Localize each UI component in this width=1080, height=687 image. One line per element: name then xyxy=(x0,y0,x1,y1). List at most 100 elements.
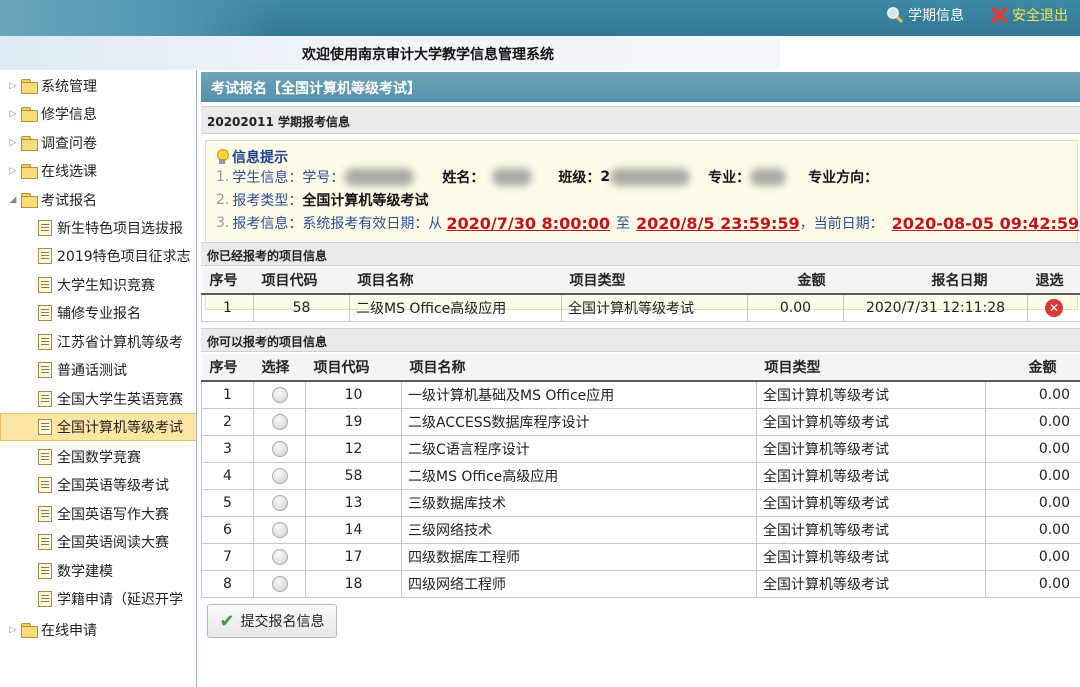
sidebar-item-knowledge-contest[interactable]: 大学生知识竞赛 xyxy=(38,271,155,299)
info-title: 信息提示 xyxy=(216,147,288,167)
cell-no: 4 xyxy=(201,461,254,490)
expand-arrow-icon[interactable]: ▷ xyxy=(6,109,20,119)
cell-type: 全国计算机等级考试 xyxy=(561,293,748,322)
page-icon xyxy=(38,362,52,378)
info-title-text: 信息提示 xyxy=(232,150,288,166)
term-header: 20202011 学期报考信息 xyxy=(201,106,1080,134)
cell-amount: 0.00 xyxy=(985,488,1080,517)
cell-select xyxy=(253,515,306,544)
cell-amount: 0.00 xyxy=(985,461,1080,490)
sidebar-item-label: 2019特色项目征求志 xyxy=(57,249,191,265)
cell-withdraw: ✕ xyxy=(1027,293,1080,322)
sidebar-item-exam-registration[interactable]: ◢ 考试报名 xyxy=(6,186,97,214)
submit-registration-button[interactable]: ✔ 提交报名信息 xyxy=(207,604,337,638)
sidebar-item-label: 考试报名 xyxy=(41,193,97,209)
line-number: 1. xyxy=(216,169,230,185)
cell-date: 2020/7/31 12:11:28 xyxy=(843,293,1028,322)
sidebar-item-ncre[interactable]: 全国计算机等级考试 xyxy=(0,413,196,441)
cell-amount: 0.00 xyxy=(985,542,1080,571)
cell-name: 四级数据库工程师 xyxy=(401,542,757,571)
sidebar-item-online-application[interactable]: ▷ 在线申请 xyxy=(6,616,97,644)
select-radio[interactable] xyxy=(271,575,288,592)
sidebar-item-jiangsu-computer[interactable]: 江苏省计算机等级考 xyxy=(38,328,183,356)
sidebar-item-math-contest[interactable]: 全国数学竞赛 xyxy=(38,443,141,471)
cell-amount: 0.00 xyxy=(985,569,1080,598)
end-date: 2020/8/5 23:59:59 xyxy=(636,213,800,233)
sidebar-item-label: 修学信息 xyxy=(41,107,97,123)
panel-title: 考试报名【全国计算机等级考试】 xyxy=(201,72,1080,102)
sidebar-item-course-selection[interactable]: ▷ 在线选课 xyxy=(6,157,97,185)
term-info-link[interactable]: 学期信息 xyxy=(886,4,964,26)
column-header: 退选 xyxy=(1027,267,1080,295)
page-icon xyxy=(38,534,52,550)
info-line-type: 2. 报考类型： 全国计算机等级考试 xyxy=(216,190,428,210)
cell-code: 13 xyxy=(305,488,402,517)
info-line-dates: 3. 报考信息： 系统报考有效日期：从 2020/7/30 8:00:00 至 … xyxy=(216,213,1079,233)
select-radio[interactable] xyxy=(271,413,288,430)
cell-no: 2 xyxy=(201,407,254,436)
select-radio[interactable] xyxy=(271,494,288,511)
sidebar-item-2019-program[interactable]: 2019特色项目征求志 xyxy=(38,242,191,270)
sidebar-item-english-reading[interactable]: 全国英语阅读大赛 xyxy=(38,528,169,556)
page-icon xyxy=(38,591,52,607)
select-radio[interactable] xyxy=(271,386,288,403)
sidebar-item-system[interactable]: ▷ 系统管理 xyxy=(6,72,97,100)
withdraw-icon[interactable]: ✕ xyxy=(1045,298,1063,317)
cell-type: 全国计算机等级考试 xyxy=(756,380,986,409)
expand-arrow-icon[interactable]: ▷ xyxy=(6,81,20,91)
page-icon xyxy=(38,449,52,465)
cell-no: 7 xyxy=(201,542,254,571)
column-header: 序号 xyxy=(201,267,254,295)
cell-code: 58 xyxy=(253,293,350,322)
select-radio[interactable] xyxy=(271,467,288,484)
welcome-text: 欢迎使用南京审计大学教学信息管理系统 xyxy=(302,47,554,63)
sidebar-item-english-level[interactable]: 全国英语等级考试 xyxy=(38,471,169,499)
line-number: 2. xyxy=(216,192,230,208)
expand-arrow-icon[interactable]: ▷ xyxy=(6,625,20,635)
sidebar-item-freshman-program[interactable]: 新生特色项目选拔报 xyxy=(38,214,183,242)
sidebar-item-study[interactable]: ▷ 修学信息 xyxy=(6,100,97,128)
cell-select xyxy=(253,380,306,409)
sidebar-item-english-writing[interactable]: 全国英语写作大赛 xyxy=(38,500,169,528)
redacted-student-id xyxy=(344,168,415,186)
logout-label: 安全退出 xyxy=(1012,8,1068,24)
cell-code: 58 xyxy=(305,461,402,490)
start-date: 2020/7/30 8:00:00 xyxy=(446,213,611,233)
table-row: 7 17 四级数据库工程师 全国计算机等级考试 0.00 xyxy=(201,542,1080,571)
cell-amount: 0.00 xyxy=(985,434,1080,463)
sidebar-item-mandarin[interactable]: 普通话测试 xyxy=(38,356,127,384)
available-table: 序号 选择 项目代码 项目名称 项目类型 金额 1 10 一级计算机基础及MS … xyxy=(201,354,1080,598)
logout-link[interactable]: 安全退出 xyxy=(990,4,1068,26)
column-header: 项目代码 xyxy=(253,267,350,295)
cell-no: 1 xyxy=(201,293,254,322)
page-icon xyxy=(38,506,52,522)
redacted-class xyxy=(610,168,691,186)
sidebar-item-label: 大学生知识竞赛 xyxy=(57,278,155,294)
cell-code: 14 xyxy=(305,515,402,544)
select-radio[interactable] xyxy=(271,548,288,565)
sidebar-item-survey[interactable]: ▷ 调查问卷 xyxy=(6,129,97,157)
collapse-arrow-icon[interactable]: ◢ xyxy=(6,195,20,205)
cell-name: 二级MS Office高级应用 xyxy=(349,293,562,322)
term-info-label: 学期信息 xyxy=(908,8,964,24)
cell-select xyxy=(253,461,306,490)
cell-name: 三级网络技术 xyxy=(401,515,757,544)
folder-open-icon xyxy=(20,193,38,208)
sidebar-item-math-modeling[interactable]: 数学建模 xyxy=(38,557,113,585)
folder-icon xyxy=(20,107,38,122)
select-radio[interactable] xyxy=(271,521,288,538)
cell-name: 二级C语言程序设计 xyxy=(401,434,757,463)
page-icon xyxy=(38,305,52,321)
select-radio[interactable] xyxy=(271,440,288,457)
direction-label: 专业方向： xyxy=(808,170,879,186)
cell-code: 12 xyxy=(305,434,402,463)
sidebar-item-label: 在线申请 xyxy=(41,623,97,639)
sidebar-item-label: 全国英语阅读大赛 xyxy=(57,535,169,551)
sidebar-item-status-application[interactable]: 学籍申请（延迟开学 xyxy=(38,585,183,613)
sidebar-item-minor[interactable]: 辅修专业报名 xyxy=(38,299,141,327)
expand-arrow-icon[interactable]: ▷ xyxy=(6,166,20,176)
expand-arrow-icon[interactable]: ▷ xyxy=(6,138,20,148)
main-panel: 考试报名【全国计算机等级考试】 20202011 学期报考信息 信息提示 1. … xyxy=(201,72,1080,687)
sidebar-item-english-contest[interactable]: 全国大学生英语竞赛 xyxy=(38,385,183,413)
column-header: 项目名称 xyxy=(401,354,757,382)
